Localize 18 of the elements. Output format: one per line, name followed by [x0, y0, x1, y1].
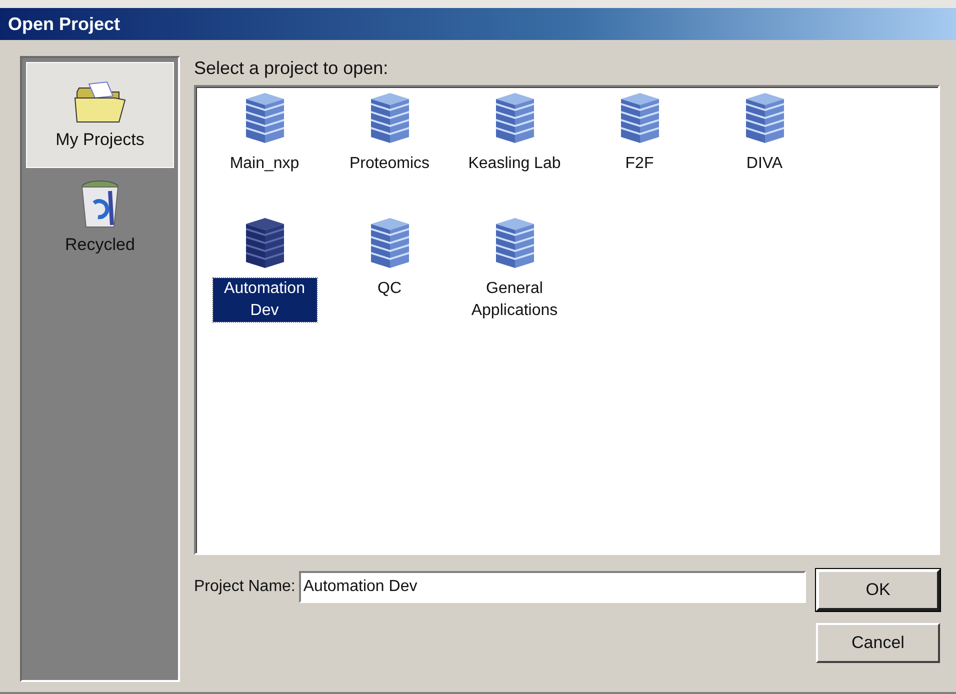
project-item[interactable]: Proteomics: [347, 153, 432, 175]
sidebar-item[interactable]: My Projects: [26, 62, 174, 168]
ok-button[interactable]: OK: [816, 569, 940, 611]
input-field[interactable]: Automation Dev: [299, 571, 806, 603]
prompt-label: Select a project to open:: [194, 58, 388, 79]
cancel-button[interactable]: Cancel: [816, 623, 940, 663]
project-item[interactable]: QC: [376, 278, 404, 300]
project-item[interactable]: F2F: [623, 153, 656, 175]
sidebar-item-label: My Projects: [56, 130, 144, 150]
project-item[interactable]: Automation Dev: [212, 278, 316, 322]
project-item[interactable]: Main_nxp: [228, 153, 302, 175]
sidebar-item-label: Recycled: [65, 235, 135, 255]
project-item[interactable]: General Applications: [462, 278, 566, 322]
project-item[interactable]: Keasling Lab: [466, 153, 563, 175]
field-label: Project Name:: [194, 578, 296, 596]
sidebar-item[interactable]: Recycled: [26, 168, 174, 266]
project-item[interactable]: DIVA: [744, 153, 785, 175]
window-title: Open Project: [0, 8, 956, 40]
